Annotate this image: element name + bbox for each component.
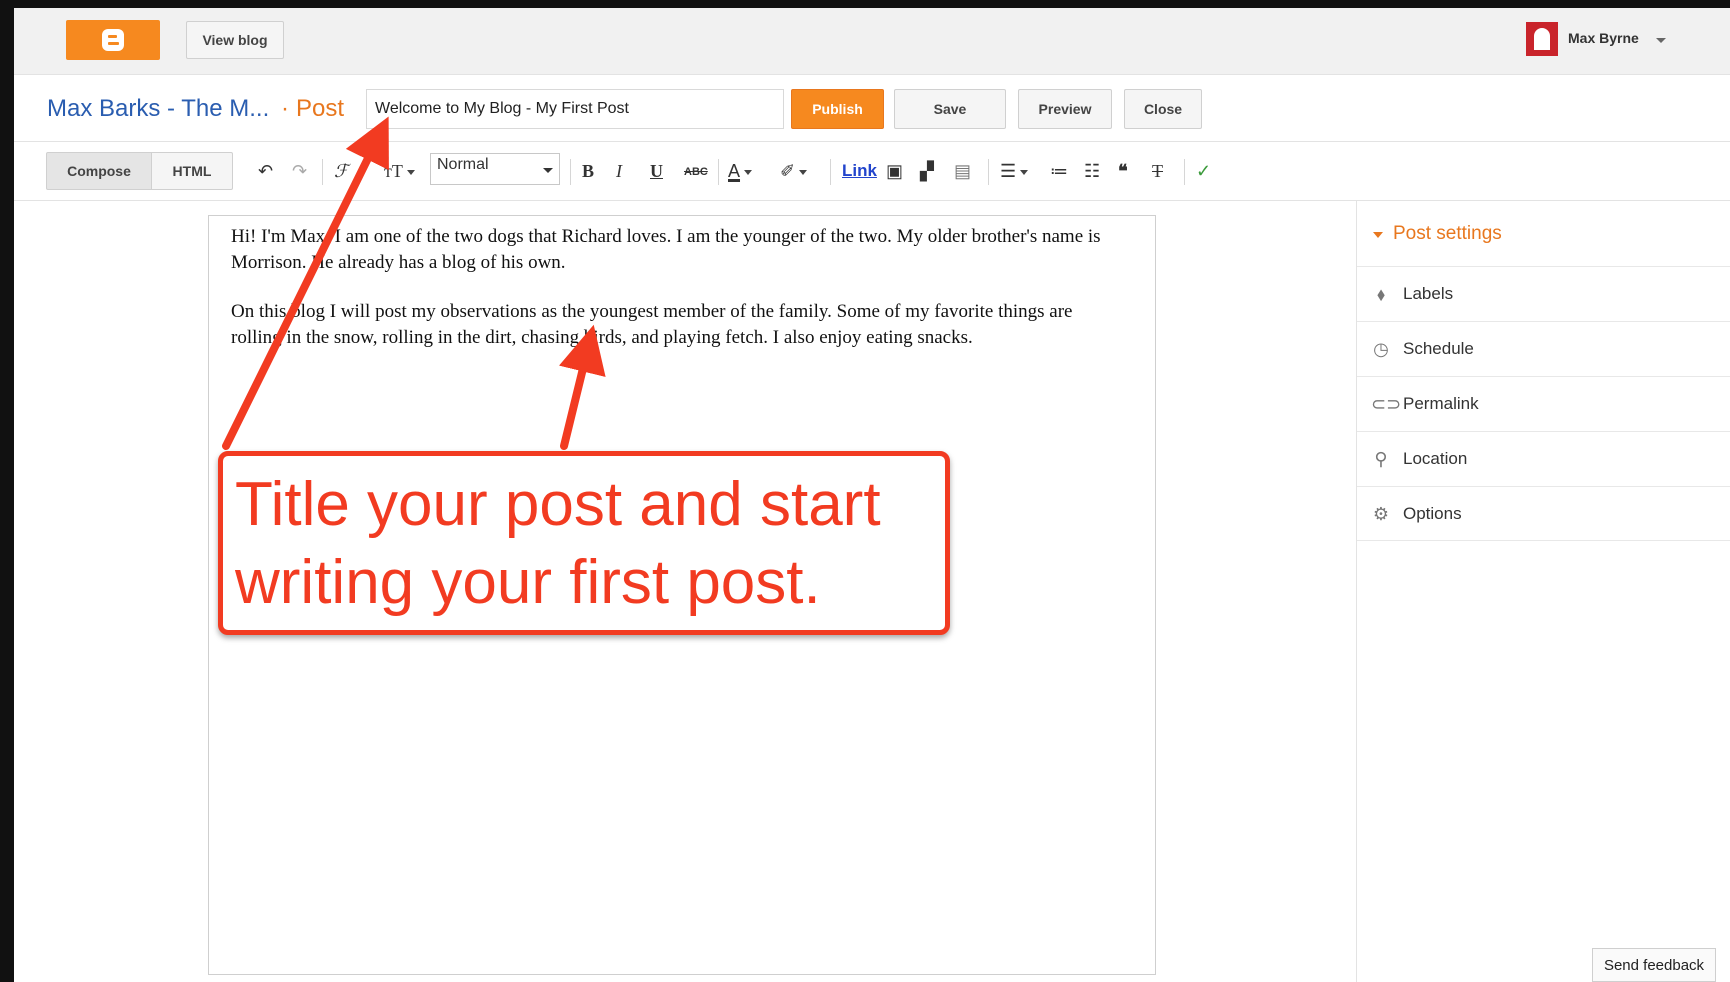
sidebar-item-permalink[interactable]: ⊂⊃ Permalink xyxy=(1357,376,1730,431)
breadcrumb-separator: · xyxy=(281,95,289,122)
blogger-logo[interactable] xyxy=(66,20,160,60)
annotation-callout: Title your post and start writing your f… xyxy=(218,451,950,635)
avatar[interactable] xyxy=(1526,22,1558,56)
insert-jump-break-icon[interactable]: ▤ xyxy=(954,161,971,182)
quote-icon[interactable]: ❝ xyxy=(1118,161,1128,182)
spellcheck-icon[interactable]: ✓ xyxy=(1196,161,1211,182)
sidebar-item-label: Schedule xyxy=(1403,339,1474,358)
insert-video-icon[interactable]: ▞ xyxy=(920,161,934,182)
sidebar-item-labels[interactable]: ⬧ Labels xyxy=(1357,266,1730,321)
toolbar-divider xyxy=(1184,159,1185,185)
sidebar-item-schedule[interactable]: ◷ Schedule xyxy=(1357,321,1730,376)
compose-mode-button[interactable]: Compose xyxy=(46,152,152,190)
post-body-text[interactable]: Hi! I'm Max. I am one of the two dogs th… xyxy=(231,224,1111,374)
font-size-icon[interactable]: тT xyxy=(384,161,415,182)
sidebar-item-location[interactable]: ⚲ Location xyxy=(1357,431,1730,486)
username[interactable]: Max Byrne xyxy=(1568,30,1639,46)
sidebar-item-options[interactable]: ⚙ Options xyxy=(1357,486,1730,541)
strikethrough-icon[interactable]: ABC xyxy=(684,166,708,178)
post-paragraph[interactable]: Hi! I'm Max. I am one of the two dogs th… xyxy=(231,224,1111,276)
sidebar-item-label: Permalink xyxy=(1403,394,1479,413)
undo-icon[interactable]: ↶ xyxy=(258,161,273,182)
expand-caret-icon[interactable] xyxy=(1373,232,1383,238)
sidebar-item-label: Location xyxy=(1403,449,1468,468)
bold-icon[interactable]: B xyxy=(582,161,594,182)
save-button[interactable]: Save xyxy=(894,89,1006,129)
italic-icon[interactable]: I xyxy=(616,161,622,182)
chevron-down-icon xyxy=(543,168,553,173)
account-chevron-down-icon[interactable] xyxy=(1656,38,1666,43)
underline-icon[interactable]: U xyxy=(650,161,663,182)
toolbar-divider xyxy=(830,159,831,185)
clock-icon: ◷ xyxy=(1373,339,1389,359)
link-icon: ⊂⊃ xyxy=(1371,394,1402,414)
callout-text: Title your post and start writing your f… xyxy=(235,470,881,617)
page-title: Post xyxy=(296,95,345,122)
post-settings-heading[interactable]: Post settings xyxy=(1393,223,1502,245)
editor-toolbar: Compose HTML ↶ ↷ ℱ тT Normal B I U ABC A… xyxy=(14,142,1730,201)
highlight-color-icon[interactable]: ✐ xyxy=(780,161,808,182)
html-mode-button[interactable]: HTML xyxy=(151,152,233,190)
preview-button[interactable]: Preview xyxy=(1018,89,1112,129)
insert-link-button[interactable]: Link xyxy=(842,161,877,181)
toolbar-divider xyxy=(322,159,323,185)
post-title-input[interactable] xyxy=(366,89,784,129)
send-feedback-button[interactable]: Send feedback xyxy=(1592,948,1716,982)
map-pin-icon: ⚲ xyxy=(1374,449,1388,469)
blogger-b-icon xyxy=(102,29,124,51)
tag-icon: ⬧ xyxy=(1376,284,1386,304)
remove-formatting-icon[interactable]: T xyxy=(1152,161,1163,182)
top-bar: View blog Max Byrne xyxy=(14,8,1730,75)
font-family-icon[interactable]: ℱ xyxy=(334,161,348,182)
sidebar-item-label: Labels xyxy=(1403,284,1454,303)
post-settings-sidebar: Post settings ⬧ Labels ◷ Schedule ⊂⊃ Per… xyxy=(1356,201,1730,982)
chevron-down-icon xyxy=(406,170,415,176)
toolbar-divider xyxy=(718,159,719,185)
chevron-down-icon xyxy=(744,169,753,175)
sidebar-item-label: Options xyxy=(1403,504,1462,523)
post-paragraph[interactable]: On this blog I will post my observations… xyxy=(231,299,1111,351)
insert-image-icon[interactable]: ▣ xyxy=(886,161,903,182)
post-title-row: Max Barks - The M... · Post Publish Save… xyxy=(14,75,1730,142)
chevron-down-icon xyxy=(1020,169,1029,175)
numbered-list-icon[interactable]: ≔ xyxy=(1050,161,1068,182)
gear-icon: ⚙ xyxy=(1372,504,1390,524)
view-blog-button[interactable]: View blog xyxy=(186,21,284,59)
close-button[interactable]: Close xyxy=(1124,89,1202,129)
paragraph-format-select[interactable]: Normal xyxy=(430,153,560,185)
publish-button[interactable]: Publish xyxy=(791,89,884,129)
format-value: Normal xyxy=(437,156,489,173)
chevron-down-icon xyxy=(799,169,808,175)
text-color-icon[interactable]: A xyxy=(728,161,753,182)
align-icon[interactable]: ☰ xyxy=(1000,161,1029,182)
toolbar-divider xyxy=(988,159,989,185)
blog-name-link[interactable]: Max Barks - The M... xyxy=(47,95,269,123)
toolbar-divider xyxy=(570,159,571,185)
bulleted-list-icon[interactable]: ☷ xyxy=(1084,161,1100,182)
redo-icon[interactable]: ↷ xyxy=(292,161,307,182)
